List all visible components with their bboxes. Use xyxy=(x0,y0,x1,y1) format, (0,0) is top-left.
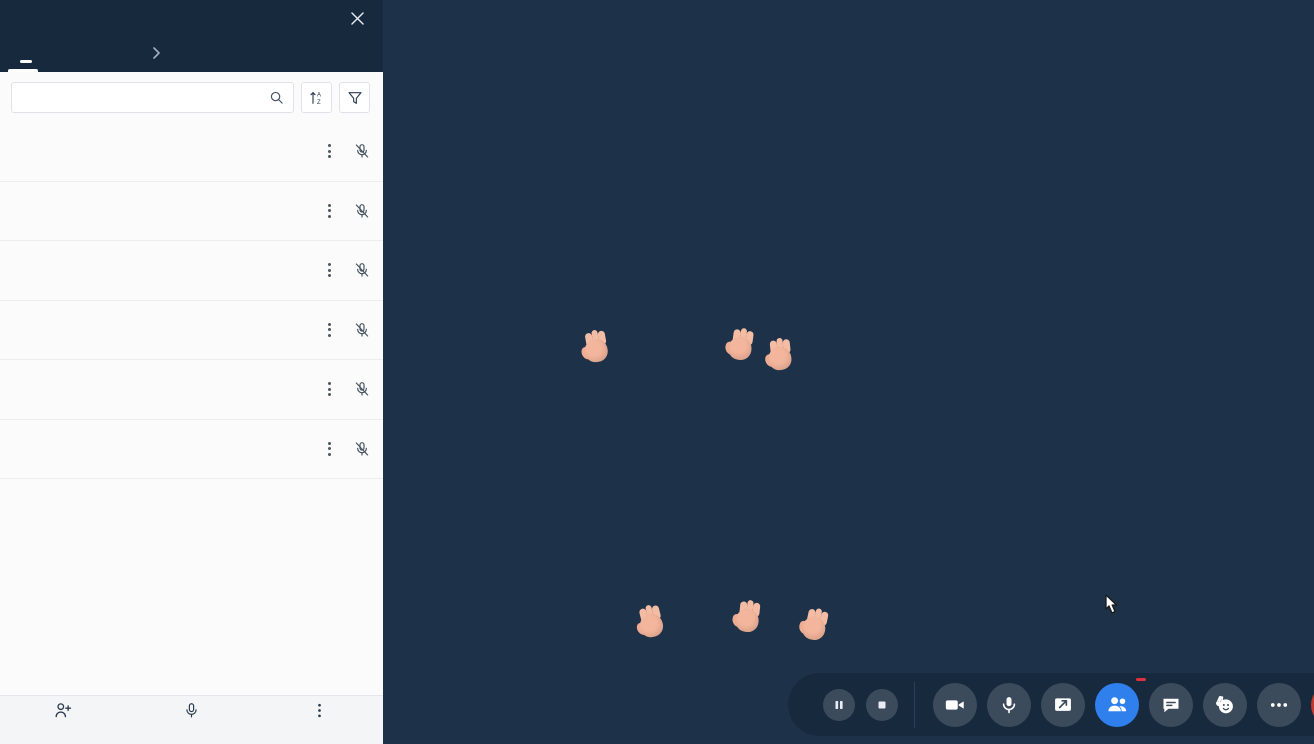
camera-button[interactable] xyxy=(933,682,977,727)
participant-mic-muted-icon[interactable] xyxy=(354,143,370,159)
person-add-icon xyxy=(54,702,73,719)
chevron-right-icon[interactable] xyxy=(152,46,161,72)
participant-menu-icon[interactable] xyxy=(324,320,335,340)
tab-participants-badge xyxy=(20,59,32,63)
participant-row[interactable] xyxy=(0,181,383,241)
reactions-button[interactable] xyxy=(1203,682,1247,727)
stop-icon[interactable] xyxy=(866,688,898,721)
mute-all-button[interactable] xyxy=(128,702,256,722)
microphone-icon xyxy=(183,702,200,719)
chat-button[interactable] xyxy=(1149,682,1193,727)
avatar xyxy=(10,252,46,288)
participant-info xyxy=(59,389,324,390)
microphone-button[interactable] xyxy=(987,682,1031,727)
participant-list[interactable] xyxy=(0,122,383,695)
raise-hand-reaction-icon xyxy=(797,605,833,644)
svg-text:Z: Z xyxy=(317,100,321,106)
sort-alpha-icon[interactable]: A Z xyxy=(301,82,332,113)
mouse-cursor xyxy=(1099,592,1125,627)
avatar xyxy=(10,133,46,169)
raise-hand-reaction-icon xyxy=(578,328,613,367)
participant-mic-muted-icon[interactable] xyxy=(354,441,370,457)
participant-actions xyxy=(324,260,370,280)
kebab-menu-icon xyxy=(311,702,328,719)
pause-icon[interactable] xyxy=(823,688,855,721)
avatar xyxy=(10,371,46,407)
participant-mic-muted-icon[interactable] xyxy=(354,381,370,397)
sidebar-header xyxy=(0,0,383,36)
actions-button[interactable] xyxy=(255,702,383,722)
raise-hand-reaction-icon xyxy=(763,337,796,374)
filter-funnel-icon[interactable] xyxy=(339,82,370,113)
search-input[interactable] xyxy=(23,90,263,105)
participant-actions xyxy=(324,439,370,459)
participant-actions xyxy=(324,320,370,340)
meeting-control-bar xyxy=(788,673,1314,736)
participant-row[interactable] xyxy=(0,360,383,420)
participants-count-badge xyxy=(1135,676,1147,682)
participant-menu-icon[interactable] xyxy=(324,439,335,459)
participant-info xyxy=(59,329,324,330)
participant-actions xyxy=(324,141,370,161)
search-box[interactable] xyxy=(11,82,294,113)
search-row: A Z xyxy=(0,72,383,122)
avatar xyxy=(10,312,46,348)
participant-menu-icon[interactable] xyxy=(324,260,335,280)
video-conference-app: A Z xyxy=(0,0,1314,744)
svg-text:A: A xyxy=(317,92,321,98)
close-icon[interactable] xyxy=(348,9,367,28)
participant-row[interactable] xyxy=(0,419,383,479)
primary-controls xyxy=(915,676,1314,727)
raise-hand-reaction-icon xyxy=(724,326,758,364)
participants-button[interactable] xyxy=(1095,676,1147,727)
participant-info xyxy=(59,210,324,211)
avatar xyxy=(10,193,46,229)
video-stage xyxy=(383,0,1314,744)
participant-info xyxy=(59,448,324,449)
participants-sidebar: A Z xyxy=(0,0,383,744)
participant-mic-muted-icon[interactable] xyxy=(354,203,370,219)
participant-mic-muted-icon[interactable] xyxy=(354,262,370,278)
raise-hand-reaction-icon xyxy=(632,602,669,642)
sidebar-footer xyxy=(0,695,383,744)
participant-info xyxy=(59,151,324,152)
participant-menu-icon[interactable] xyxy=(324,141,335,161)
participant-actions xyxy=(324,201,370,221)
tab-participants[interactable] xyxy=(8,59,38,73)
avatar xyxy=(10,431,46,467)
sidebar-tabs xyxy=(0,36,383,72)
participant-mic-muted-icon[interactable] xyxy=(354,322,370,338)
search-icon[interactable] xyxy=(269,90,284,105)
recording-controls xyxy=(788,688,914,721)
more-options-button[interactable] xyxy=(1257,682,1301,727)
participant-row[interactable] xyxy=(0,122,383,182)
invite-user-button[interactable] xyxy=(0,702,128,722)
sidebar-body: A Z xyxy=(0,72,383,744)
participant-menu-icon[interactable] xyxy=(324,379,335,399)
participant-row[interactable] xyxy=(0,300,383,360)
participant-info xyxy=(59,270,324,271)
raise-hand-reaction-icon xyxy=(730,599,764,636)
participant-actions xyxy=(324,379,370,399)
participant-row[interactable] xyxy=(0,241,383,301)
share-screen-button[interactable] xyxy=(1041,682,1085,727)
participant-menu-icon[interactable] xyxy=(324,201,335,221)
